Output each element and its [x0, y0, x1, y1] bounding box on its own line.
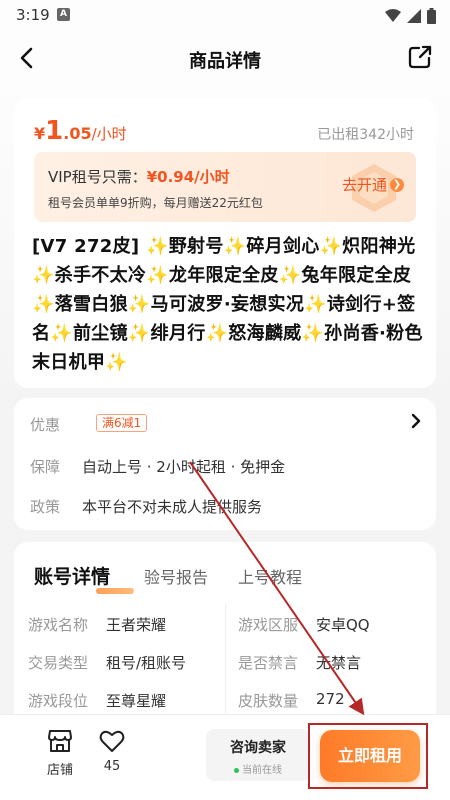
policy-row: 政策 本平台不对未成人提供服务 [30, 496, 420, 516]
battery-icon [427, 8, 436, 24]
product-card: ¥1.05/小时 已出租342小时 VIP租号只需：¥0.94/小时 租号会员单… [14, 98, 436, 388]
shop-label: 店铺 [46, 763, 73, 778]
contact-seller-label: 咨询卖家 [230, 740, 286, 756]
store-icon [48, 730, 72, 752]
vip-price: ¥0.94/小时 [146, 168, 230, 186]
game-name-label: 游戏名称 [28, 616, 89, 634]
rank-value: 至尊星耀 [106, 692, 167, 710]
contact-seller-button[interactable]: 咨询卖家 当前在线 [206, 729, 310, 781]
guarantee-value: 自动上号 · 2小时起租 · 免押金 [82, 458, 286, 476]
promo-tag: 满6减1 [96, 414, 148, 432]
bottom-action-bar: 店铺 45 咨询卖家 当前在线 立即租用 [0, 714, 450, 800]
skin-count-label: 皮肤数量 [238, 692, 299, 710]
game-name-value: 王者荣耀 [106, 616, 167, 634]
chevron-right-icon: ❯ [390, 177, 404, 192]
top-app-bar: 商品详情 [0, 32, 450, 84]
skin-count-value: 272 [316, 690, 345, 708]
promo-label: 优惠 [30, 416, 61, 434]
share-icon[interactable] [406, 43, 434, 71]
rent-now-button[interactable]: 立即租用 [320, 730, 420, 782]
vip-description: 租号会员单单9折购，每月赠送22元红包 [48, 196, 263, 210]
server-value: 安卓QQ [316, 616, 370, 634]
online-status-text: 当前在线 [242, 765, 282, 776]
favorite-count: 45 [103, 759, 121, 774]
service-info-card: 优惠 满6减1 保障 自动上号 · 2小时起租 · 免押金 政策 本平台不对未成… [14, 398, 436, 530]
mute-label: 是否禁言 [238, 654, 299, 672]
vip-price-prefix: VIP租号只需： [48, 168, 147, 186]
seller-online-status: 当前在线 [206, 761, 310, 776]
policy-label: 政策 [30, 498, 61, 516]
price-integer: 1 [45, 116, 64, 146]
vip-promo-banner[interactable]: VIP租号只需：¥0.94/小时 租号会员单单9折购，每月赠送22元红包 去开通… [34, 152, 416, 222]
tab-verify-report[interactable]: 验号报告 [144, 564, 208, 588]
vip-open-label: 去开通 [341, 176, 387, 194]
trade-type-value: 租号/租账号 [106, 654, 187, 672]
policy-value: 本平台不对未成人提供服务 [82, 498, 263, 516]
product-title: [V7 272皮] ✨野射号✨碎月剑心✨炽阳神光✨杀手不太冷✨龙年限定全皮✨兔年… [32, 236, 423, 373]
server-label: 游戏区服 [238, 616, 299, 634]
wifi-icon [385, 9, 401, 22]
tab-login-tutorial[interactable]: 上号教程 [238, 564, 302, 588]
rented-hours: 已出租342小时 [317, 127, 414, 143]
hourly-price: ¥1.05/小时 [34, 116, 127, 146]
status-bar: 3:19 A [0, 0, 450, 32]
signal-icon [407, 9, 421, 23]
chevron-right-icon[interactable] [408, 412, 424, 430]
notification-icon: A [57, 8, 70, 21]
promo-row[interactable]: 优惠 满6减1 [30, 414, 420, 434]
trade-type-label: 交易类型 [28, 654, 89, 672]
tab-account-details[interactable]: 账号详情 [34, 562, 110, 589]
status-time: 3:19 [16, 6, 50, 24]
price-unit: /小时 [91, 125, 127, 143]
guarantee-label: 保障 [30, 458, 61, 476]
column-divider [225, 604, 226, 724]
favorite-button[interactable]: 45 [92, 727, 132, 774]
vip-open-button[interactable]: 去开通 ❯ [342, 174, 404, 195]
online-dot-icon [234, 767, 239, 773]
mute-value: 无禁言 [316, 654, 362, 672]
shop-button[interactable]: 店铺 [38, 727, 82, 778]
status-icons [385, 8, 436, 24]
price-currency: ¥ [34, 124, 46, 143]
vip-price-line: VIP租号只需：¥0.94/小时 [48, 166, 230, 187]
guarantee-row: 保障 自动上号 · 2小时起租 · 免押金 [30, 456, 420, 476]
detail-tabs: 账号详情 验号报告 上号教程 [34, 562, 414, 602]
price-decimal: .05 [63, 124, 92, 143]
heart-icon [99, 730, 125, 752]
rank-label: 游戏段位 [28, 692, 89, 710]
page-title: 商品详情 [189, 51, 261, 72]
